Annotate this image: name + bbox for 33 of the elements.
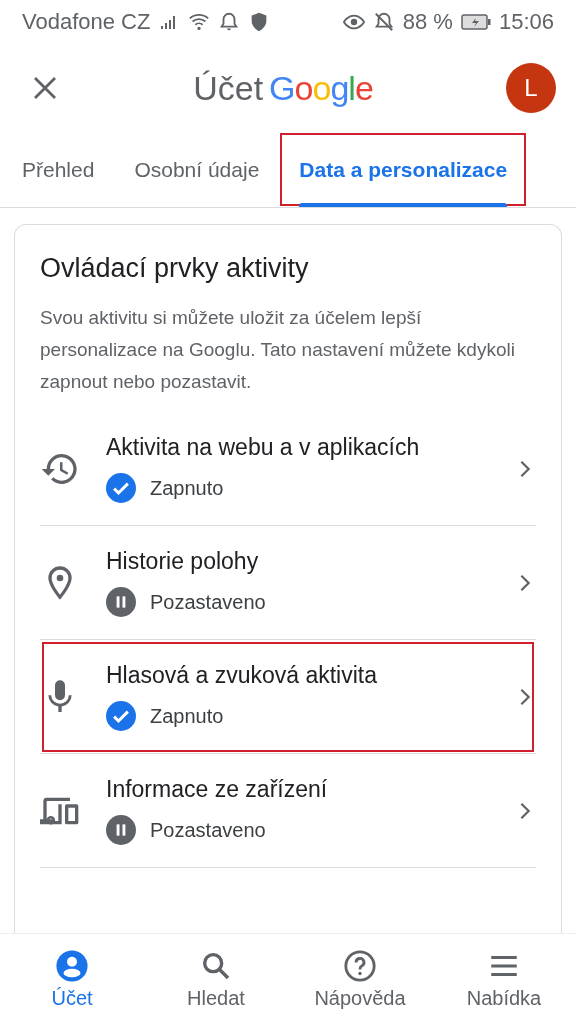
muted-bell-icon — [372, 11, 395, 33]
activity-item[interactable]: Hlasová a zvuková aktivita Zapnuto — [40, 640, 536, 754]
battery-level: 88 % — [402, 9, 453, 35]
activity-item[interactable]: Aktivita na webu a v aplikacích Zapnuto — [40, 412, 536, 526]
activity-status: Pozastaveno — [150, 818, 266, 842]
google-logo: Google — [269, 68, 373, 108]
nav-item[interactable]: Účet — [0, 934, 144, 1024]
tab[interactable]: Data a personalizace — [279, 132, 528, 207]
activity-item[interactable]: Informace ze zařízení Pozastaveno — [40, 754, 536, 868]
activity-status: Zapnuto — [150, 476, 224, 500]
tab[interactable]: Přehled — [0, 132, 115, 207]
nav-item[interactable]: Hledat — [144, 934, 288, 1024]
activity-item[interactable]: Historie polohy Pozastaveno — [40, 526, 536, 640]
carrier-name: Vodafone CZ — [22, 9, 151, 35]
card-description: Svou aktivitu si můžete uložit za účelem lepší personalizace na Googlu. Tato nastavení můžete kdykoli zapnout nebo pozastavit. — [40, 306, 516, 394]
activity-status: Pozastaveno — [150, 590, 266, 614]
bell-icon — [218, 11, 241, 33]
card-title: Ovládací prvky aktivity — [40, 253, 310, 284]
wifi-icon — [188, 11, 211, 33]
nav-item[interactable]: Nápověda — [288, 934, 432, 1024]
activity-label: Informace ze zařízení — [106, 776, 329, 803]
account-icon — [55, 948, 89, 983]
battery-icon — [460, 14, 491, 30]
header-title: Účet — [193, 68, 264, 108]
clock-time: 15:06 — [498, 9, 554, 35]
nav-item[interactable]: Nabídka — [432, 934, 576, 1024]
activity-status: Zapnuto — [150, 704, 224, 728]
tab[interactable]: Osobní údaje — [114, 132, 280, 207]
activity-label: Hlasová a zvuková aktivita — [106, 662, 378, 689]
avatar[interactable]: L — [506, 63, 556, 113]
activity-label: Historie polohy — [106, 548, 260, 575]
activity-label: Aktivita na webu a v aplikacích — [106, 434, 421, 461]
help-icon — [343, 948, 377, 983]
